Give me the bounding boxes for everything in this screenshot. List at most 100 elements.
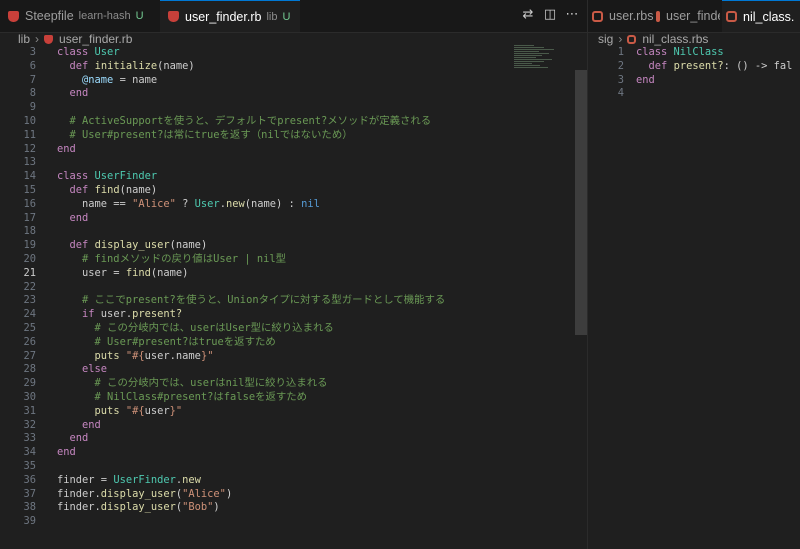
- code-text[interactable]: def display_user(name): [57, 238, 208, 252]
- open-changes-icon[interactable]: ⇄: [520, 7, 536, 23]
- code-line[interactable]: 20 # findメソッドの戻り値はUser | nil型: [0, 252, 575, 266]
- code-text[interactable]: finder = UserFinder.new: [57, 473, 201, 487]
- code-line[interactable]: 35: [0, 459, 575, 473]
- line-number: 12: [23, 142, 36, 155]
- code-line[interactable]: 14 class UserFinder: [0, 169, 575, 183]
- code-line[interactable]: 32 end: [0, 418, 575, 432]
- code-text[interactable]: name == "Alice" ? User.new(name) : nil: [57, 197, 320, 211]
- code-editor-left[interactable]: 3 class User 6 def initialize(name) 7 @name…: [0, 45, 575, 545]
- code-line[interactable]: 9: [0, 100, 575, 114]
- line-number: 1: [617, 46, 624, 58]
- minimap[interactable]: [514, 45, 574, 105]
- tab-user-rbs[interactable]: user.rbs: [592, 0, 654, 32]
- code-text[interactable]: # NilClass#present?はfalseを返すため: [57, 390, 307, 404]
- code-line[interactable]: 3 class User: [0, 45, 575, 59]
- code-text[interactable]: end: [57, 431, 89, 445]
- code-text[interactable]: puts "#{user.name}": [57, 349, 214, 363]
- code-line[interactable]: 21 user = find(name): [0, 266, 575, 280]
- code-line[interactable]: 29 # この分岐内では、userはnil型に絞り込まれる: [0, 376, 575, 390]
- code-line[interactable]: 36 finder = UserFinder.new: [0, 473, 575, 487]
- code-text[interactable]: # この分岐内では、userはUser型に絞り込まれる: [57, 321, 334, 335]
- code-text[interactable]: end: [57, 418, 101, 432]
- line-number: 28: [23, 363, 36, 376]
- line-number: 17: [23, 211, 36, 224]
- code-text[interactable]: puts "#{user}": [57, 404, 183, 418]
- tab-user-finder-rbs[interactable]: user_finde: [656, 0, 720, 32]
- code-text[interactable]: end: [636, 73, 655, 87]
- line-number: 33: [23, 432, 36, 445]
- code-text[interactable]: end: [57, 211, 89, 225]
- code-line[interactable]: 30 # NilClass#present?はfalseを返すため: [0, 390, 575, 404]
- code-line[interactable]: 23 # ここでpresent?を使うと、Unionタイプに対する型ガードとして…: [0, 293, 575, 307]
- tab-nil-class-rbs[interactable]: nil_class.: [722, 0, 800, 32]
- code-text[interactable]: # User#present?は常にtrueを返す（nilではないため）: [57, 128, 353, 142]
- code-line[interactable]: 26 # User#present?はtrueを返すため: [0, 335, 575, 349]
- code-line[interactable]: 33 end: [0, 431, 575, 445]
- code-text[interactable]: # findメソッドの戻り値はUser | nil型: [57, 252, 286, 266]
- code-line[interactable]: 24 if user.present?: [0, 307, 575, 321]
- code-line[interactable]: 37 finder.display_user("Alice"): [0, 487, 575, 501]
- code-text[interactable]: end: [57, 142, 76, 156]
- code-line[interactable]: 13: [0, 155, 575, 169]
- code-line[interactable]: 39: [0, 514, 575, 528]
- code-text[interactable]: # ActiveSupportを使うと、デフォルトでpresent?メソッドが定…: [57, 114, 432, 128]
- code-text[interactable]: end: [57, 86, 89, 100]
- line-number: 27: [23, 349, 36, 362]
- code-line[interactable]: 6 def initialize(name): [0, 59, 575, 73]
- chevron-right-icon: ›: [35, 32, 40, 46]
- breadcrumb-file[interactable]: user_finder.rb: [59, 32, 132, 46]
- code-line[interactable]: 16 name == "Alice" ? User.new(name) : ni…: [0, 197, 575, 211]
- code-line[interactable]: 15 def find(name): [0, 183, 575, 197]
- code-line[interactable]: 34 end: [0, 445, 575, 459]
- breadcrumb-folder[interactable]: lib: [18, 32, 30, 46]
- code-line[interactable]: 17 end: [0, 211, 575, 225]
- tab-user-finder-rb[interactable]: user_finder.rb lib U: [160, 0, 300, 32]
- code-text[interactable]: user = find(name): [57, 266, 188, 280]
- code-line[interactable]: 8 end: [0, 86, 575, 100]
- code-line[interactable]: 18: [0, 224, 575, 238]
- code-line[interactable]: 12 end: [0, 142, 575, 156]
- more-actions-icon[interactable]: ⋯: [564, 7, 580, 23]
- tab-steepfile[interactable]: Steepfile learn-hash U: [8, 0, 158, 32]
- code-text[interactable]: # User#present?はtrueを返すため: [57, 335, 276, 349]
- code-text[interactable]: end: [57, 445, 76, 459]
- code-text[interactable]: # この分岐内では、userはnil型に絞り込まれる: [57, 376, 328, 390]
- line-number: 11: [23, 128, 36, 141]
- code-line[interactable]: 1 class NilClass: [588, 45, 800, 59]
- code-line[interactable]: 11 # User#present?は常にtrueを返す（nilではないため）: [0, 128, 575, 142]
- vertical-scrollbar[interactable]: [575, 70, 587, 335]
- line-number: 38: [23, 501, 36, 514]
- code-line[interactable]: 31 puts "#{user}": [0, 404, 575, 418]
- code-text[interactable]: def find(name): [57, 183, 158, 197]
- code-line[interactable]: 4: [588, 86, 800, 100]
- code-text[interactable]: class UserFinder: [57, 169, 157, 183]
- code-line[interactable]: 28 else: [0, 362, 575, 376]
- code-text[interactable]: else: [57, 362, 107, 376]
- tab-label: user_finde: [666, 9, 720, 23]
- breadcrumb-folder[interactable]: sig: [598, 32, 613, 46]
- code-line[interactable]: 7 @name = name: [0, 73, 575, 87]
- tab-label: user_finder.rb: [185, 9, 262, 24]
- code-text[interactable]: # ここでpresent?を使うと、Unionタイプに対する型ガードとして機能す…: [57, 293, 445, 307]
- code-text[interactable]: if user.present?: [57, 307, 182, 321]
- code-line[interactable]: 38 finder.display_user("Bob"): [0, 500, 575, 514]
- code-line[interactable]: 19 def display_user(name): [0, 238, 575, 252]
- code-line[interactable]: 2 def present?: () -> fal: [588, 59, 800, 73]
- code-line[interactable]: 10 # ActiveSupportを使うと、デフォルトでpresent?メソッ…: [0, 114, 575, 128]
- untracked-badge: U: [135, 10, 144, 22]
- code-line[interactable]: 22: [0, 280, 575, 294]
- split-editor-icon[interactable]: ◫: [542, 7, 558, 23]
- code-text[interactable]: @name = name: [57, 73, 157, 87]
- code-line[interactable]: 3 end: [588, 73, 800, 87]
- code-text[interactable]: class User: [57, 45, 120, 59]
- code-line[interactable]: 25 # この分岐内では、userはUser型に絞り込まれる: [0, 321, 575, 335]
- code-text[interactable]: finder.display_user("Bob"): [57, 500, 220, 514]
- breadcrumb-file[interactable]: nil_class.rbs: [642, 32, 708, 46]
- code-editor-right[interactable]: 1 class NilClass 2 def present?: () -> fal…: [588, 45, 800, 105]
- code-text[interactable]: def present?: () -> fal: [636, 59, 793, 73]
- code-text[interactable]: class NilClass: [636, 45, 724, 59]
- line-number: 37: [23, 487, 36, 500]
- code-text[interactable]: def initialize(name): [57, 59, 195, 73]
- code-text[interactable]: finder.display_user("Alice"): [57, 487, 232, 501]
- code-line[interactable]: 27 puts "#{user.name}": [0, 349, 575, 363]
